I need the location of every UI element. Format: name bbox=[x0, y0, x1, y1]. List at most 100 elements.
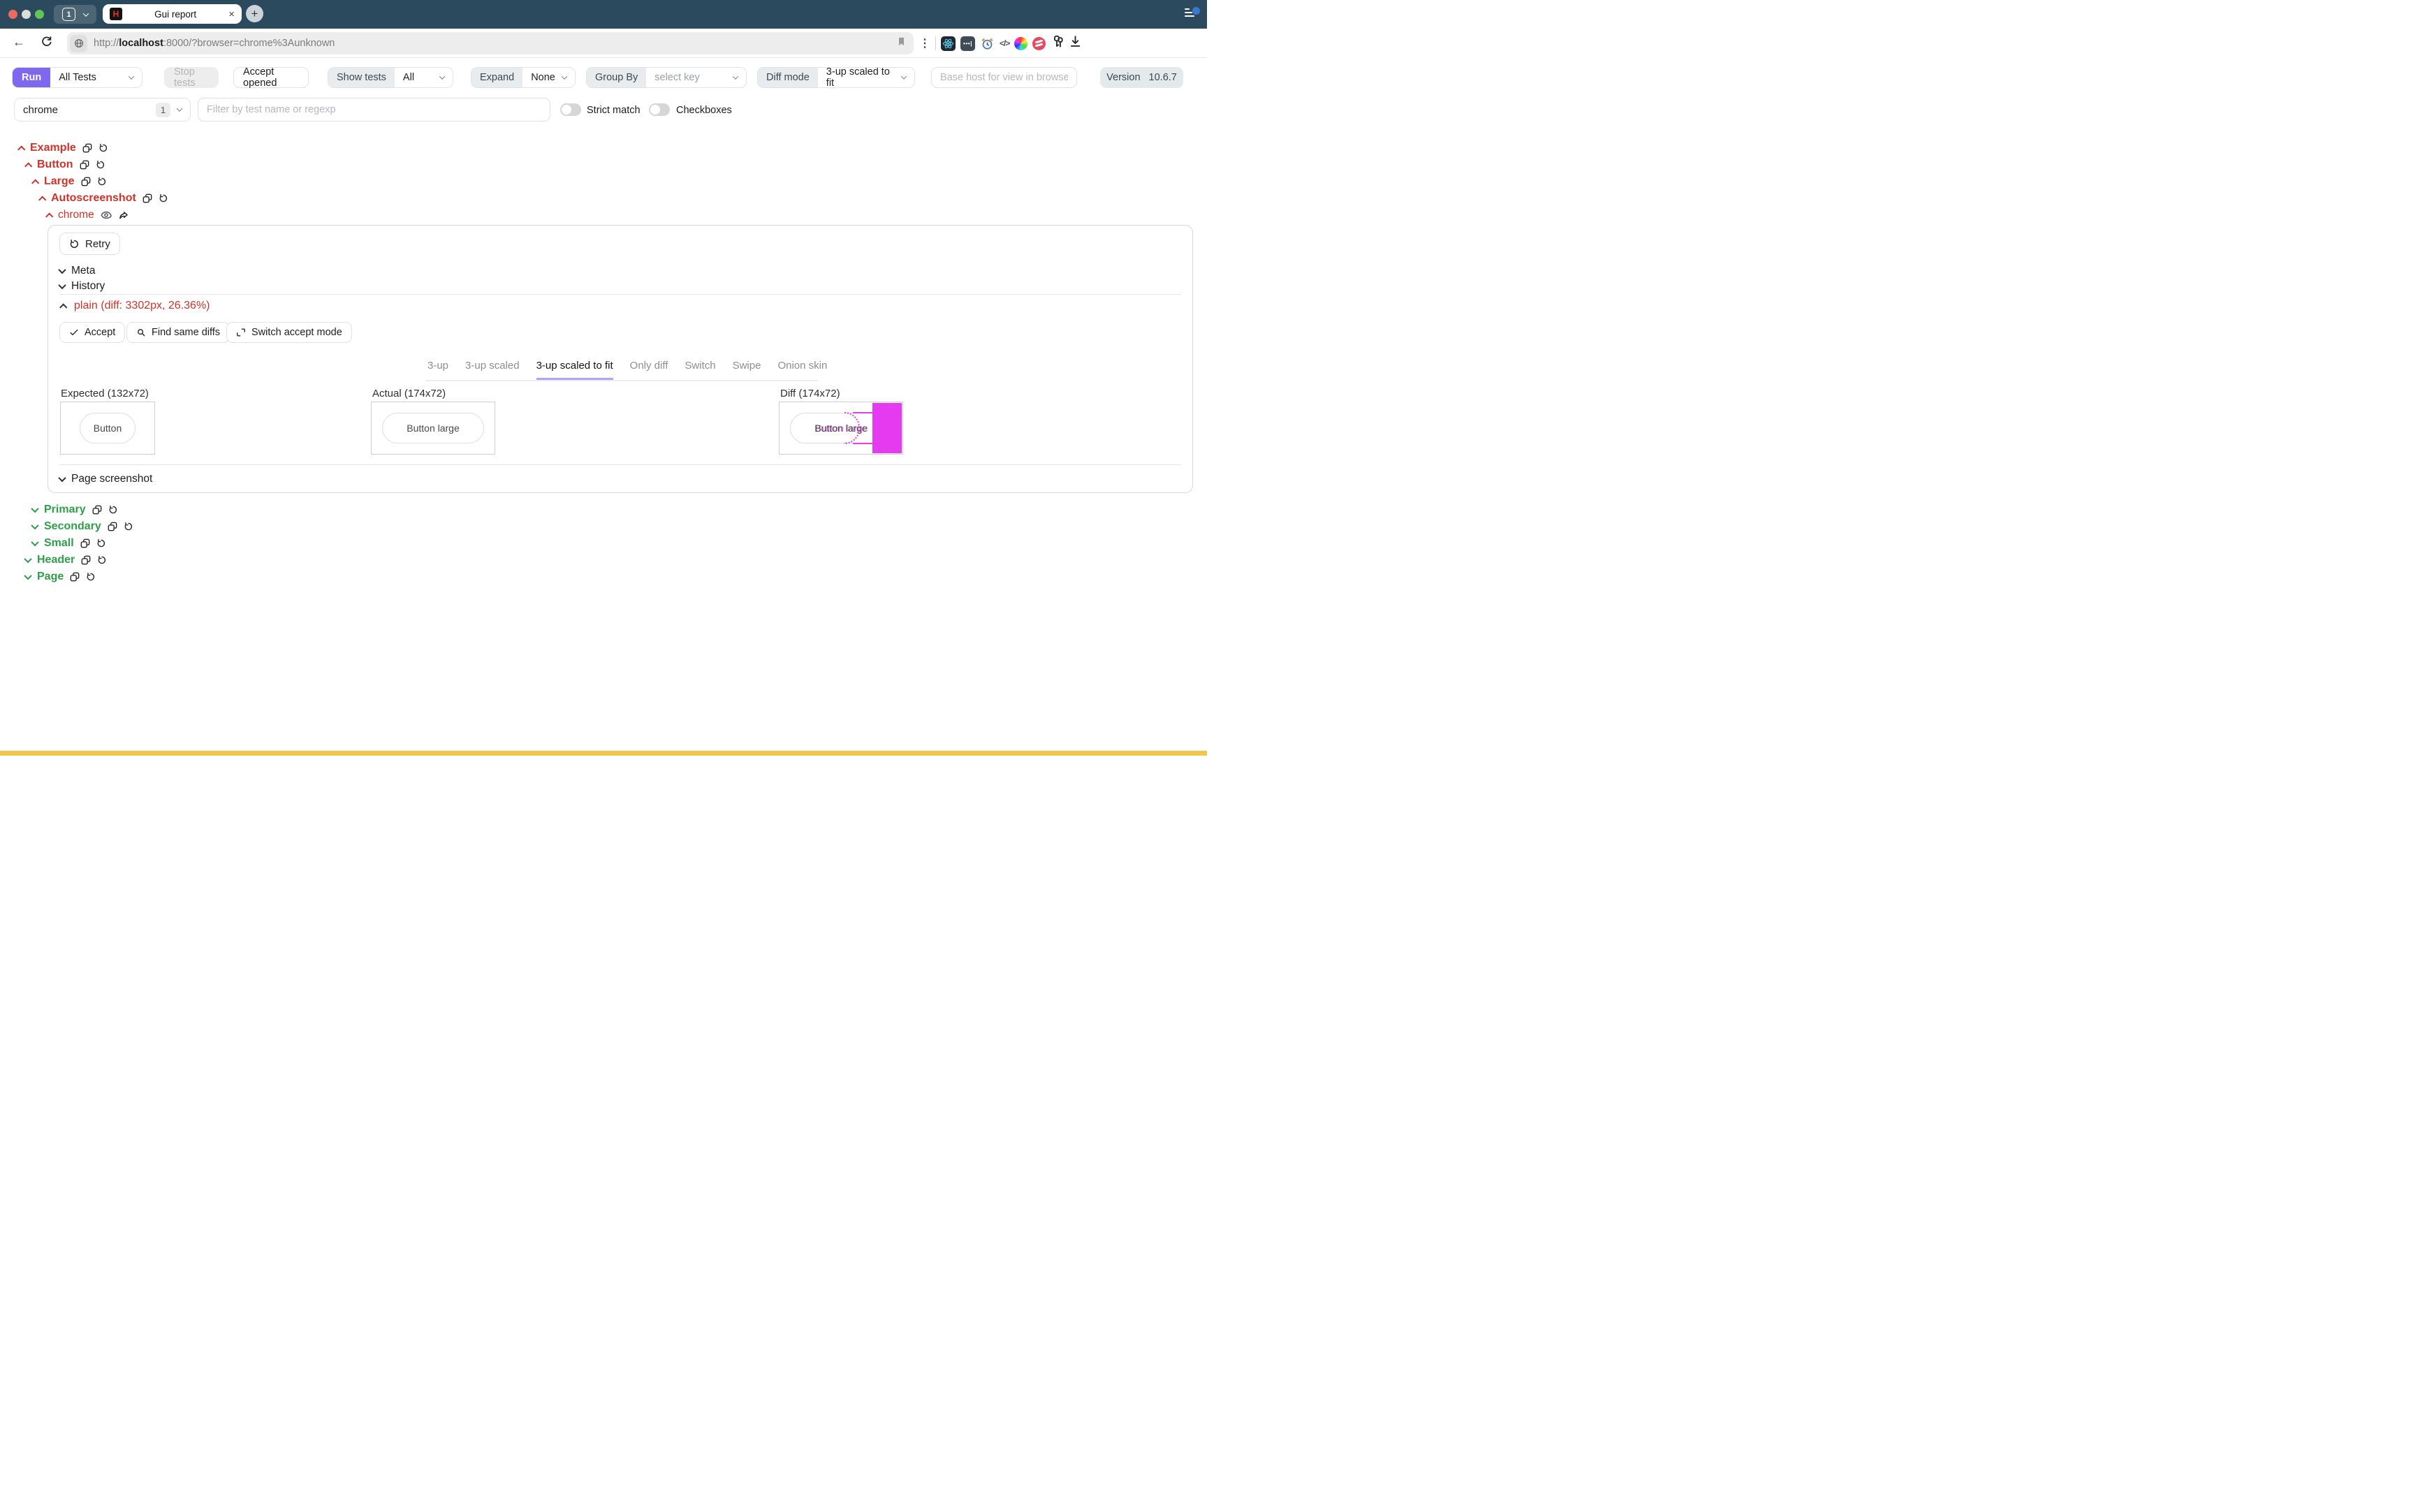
view-eye-icon[interactable] bbox=[101, 210, 112, 221]
test-filter-field[interactable] bbox=[198, 98, 550, 122]
group-by-select[interactable]: select key bbox=[646, 68, 746, 87]
expand-icon[interactable] bbox=[31, 505, 38, 513]
show-tests-select[interactable]: All bbox=[395, 68, 453, 87]
tab-overview-control[interactable]: 1 bbox=[54, 5, 96, 24]
browser-menu-icon[interactable]: ⋮ bbox=[919, 36, 930, 50]
red-badge-extension-icon[interactable] bbox=[1032, 37, 1046, 50]
copy-icon[interactable] bbox=[81, 555, 91, 565]
group-by-label: Group By bbox=[587, 68, 646, 87]
new-tab-button[interactable]: + bbox=[246, 5, 263, 22]
retry-button[interactable]: Retry bbox=[59, 233, 120, 255]
address-bar[interactable]: http://localhost:8000/?browser=chrome%3A… bbox=[67, 32, 914, 54]
retry-icon[interactable] bbox=[108, 505, 118, 515]
tree-row-primary[interactable]: Primary bbox=[32, 501, 118, 518]
tree-row-example[interactable]: Example bbox=[18, 140, 108, 156]
copy-icon[interactable] bbox=[70, 572, 80, 582]
expand-icon[interactable] bbox=[31, 522, 38, 529]
tab-3-up-scaled-to-fit[interactable]: 3-up scaled to fit bbox=[536, 360, 613, 380]
retry-icon[interactable] bbox=[97, 177, 107, 186]
retry-icon[interactable] bbox=[96, 538, 106, 548]
tab-only-diff[interactable]: Only diff bbox=[630, 360, 668, 380]
accept-opened-button[interactable]: Accept opened bbox=[233, 67, 309, 88]
tree-row-header[interactable]: Header bbox=[25, 552, 107, 568]
retry-icon[interactable] bbox=[86, 572, 96, 582]
collapse-icon[interactable] bbox=[38, 196, 46, 203]
tab-onion-skin[interactable]: Onion skin bbox=[777, 360, 827, 380]
expand-icon[interactable] bbox=[24, 555, 31, 563]
keys-extension-icon[interactable] bbox=[1051, 35, 1064, 52]
diff-mode-select[interactable]: 3-up scaled to fit bbox=[818, 68, 914, 87]
diff-screenshot[interactable]: Button large bbox=[779, 402, 903, 455]
checkboxes-toggle[interactable] bbox=[649, 103, 670, 116]
strict-match-toggle[interactable] bbox=[560, 103, 581, 116]
site-info-button[interactable] bbox=[70, 35, 87, 52]
reload-button[interactable] bbox=[41, 36, 53, 52]
meta-section-toggle[interactable]: Meta bbox=[59, 265, 95, 277]
tree-row-large[interactable]: Large bbox=[32, 173, 107, 190]
expand-icon[interactable] bbox=[31, 538, 38, 546]
diff-highlight-block bbox=[872, 403, 902, 453]
bookmark-icon[interactable] bbox=[896, 36, 907, 50]
copy-icon[interactable] bbox=[80, 538, 90, 548]
collapse-icon[interactable] bbox=[31, 179, 39, 186]
back-button[interactable]: ← bbox=[13, 35, 25, 50]
tab-switch[interactable]: Switch bbox=[685, 360, 715, 380]
downloads-icon[interactable] bbox=[1069, 35, 1082, 52]
find-same-diffs-button[interactable]: Find same diffs bbox=[126, 322, 230, 343]
stop-tests-button[interactable]: Stop tests bbox=[164, 67, 219, 88]
run-button[interactable]: Run bbox=[13, 68, 50, 87]
tab-swipe[interactable]: Swipe bbox=[733, 360, 761, 380]
retry-icon[interactable] bbox=[96, 160, 105, 170]
tree-row-button[interactable]: Button bbox=[25, 156, 105, 173]
tree-row-chrome[interactable]: chrome bbox=[46, 207, 129, 223]
retry-icon[interactable] bbox=[124, 522, 133, 531]
copy-icon[interactable] bbox=[80, 160, 89, 170]
copy-icon[interactable] bbox=[142, 193, 152, 203]
expand-select[interactable]: None bbox=[522, 68, 575, 87]
tree-row-page[interactable]: Page bbox=[25, 568, 96, 585]
window-minimize-button[interactable] bbox=[22, 10, 31, 19]
switch-accept-mode-button[interactable]: Switch accept mode bbox=[226, 322, 352, 343]
sidebar-toggle-icon[interactable] bbox=[1185, 8, 1200, 17]
alarm-clock-extension-icon[interactable] bbox=[980, 36, 995, 51]
base-host-field[interactable] bbox=[931, 67, 1077, 88]
code-extension-icon[interactable]: </> bbox=[1000, 38, 1009, 48]
copy-icon[interactable] bbox=[82, 143, 92, 153]
tree-row-small[interactable]: Small bbox=[32, 535, 106, 552]
page-screenshot-toggle[interactable]: Page screenshot bbox=[59, 473, 152, 485]
accept-button[interactable]: Accept bbox=[59, 322, 125, 343]
react-devtools-extension-icon[interactable] bbox=[941, 36, 956, 51]
actual-screenshot[interactable]: Button large bbox=[371, 402, 495, 455]
collapse-icon[interactable] bbox=[45, 212, 53, 220]
history-section-toggle[interactable]: History bbox=[59, 280, 105, 293]
tab-3-up[interactable]: 3-up bbox=[427, 360, 448, 380]
base-host-input[interactable] bbox=[932, 68, 1076, 87]
url-text: http://localhost:8000/?browser=chrome%3A… bbox=[94, 38, 896, 49]
window-zoom-button[interactable] bbox=[35, 10, 44, 19]
run-scope-select[interactable]: All Tests bbox=[50, 68, 142, 87]
browser-tab[interactable]: H Gui report × bbox=[103, 4, 242, 24]
tab-close-icon[interactable]: × bbox=[228, 9, 235, 20]
collapse-icon[interactable] bbox=[24, 162, 32, 170]
expected-screenshot[interactable]: Button bbox=[60, 402, 155, 455]
state-section-toggle[interactable]: plain (diff: 3302px, 26.36%) bbox=[60, 300, 210, 312]
collapse-icon[interactable] bbox=[17, 145, 25, 153]
share-icon[interactable] bbox=[118, 210, 129, 221]
password-manager-extension-icon[interactable]: •••| bbox=[960, 36, 975, 51]
color-wheel-extension-icon[interactable] bbox=[1014, 37, 1027, 50]
expand-icon[interactable] bbox=[24, 572, 31, 580]
window-close-button[interactable] bbox=[8, 10, 17, 19]
copy-icon[interactable] bbox=[81, 177, 91, 186]
copy-icon[interactable] bbox=[92, 505, 102, 515]
tree-row-secondary[interactable]: Secondary bbox=[32, 518, 133, 535]
retry-icon[interactable] bbox=[98, 143, 108, 153]
copy-icon[interactable] bbox=[108, 522, 117, 531]
browser-select[interactable]: chrome 1 bbox=[14, 98, 191, 122]
tab-3-up-scaled[interactable]: 3-up scaled bbox=[465, 360, 520, 380]
show-tests-label: Show tests bbox=[328, 68, 395, 87]
test-filter-input[interactable] bbox=[198, 98, 550, 121]
retry-icon[interactable] bbox=[159, 193, 168, 203]
tree-row-autoscreenshot[interactable]: Autoscreenshot bbox=[39, 190, 168, 207]
chevron-down-icon bbox=[83, 10, 89, 16]
retry-icon[interactable] bbox=[97, 555, 107, 565]
